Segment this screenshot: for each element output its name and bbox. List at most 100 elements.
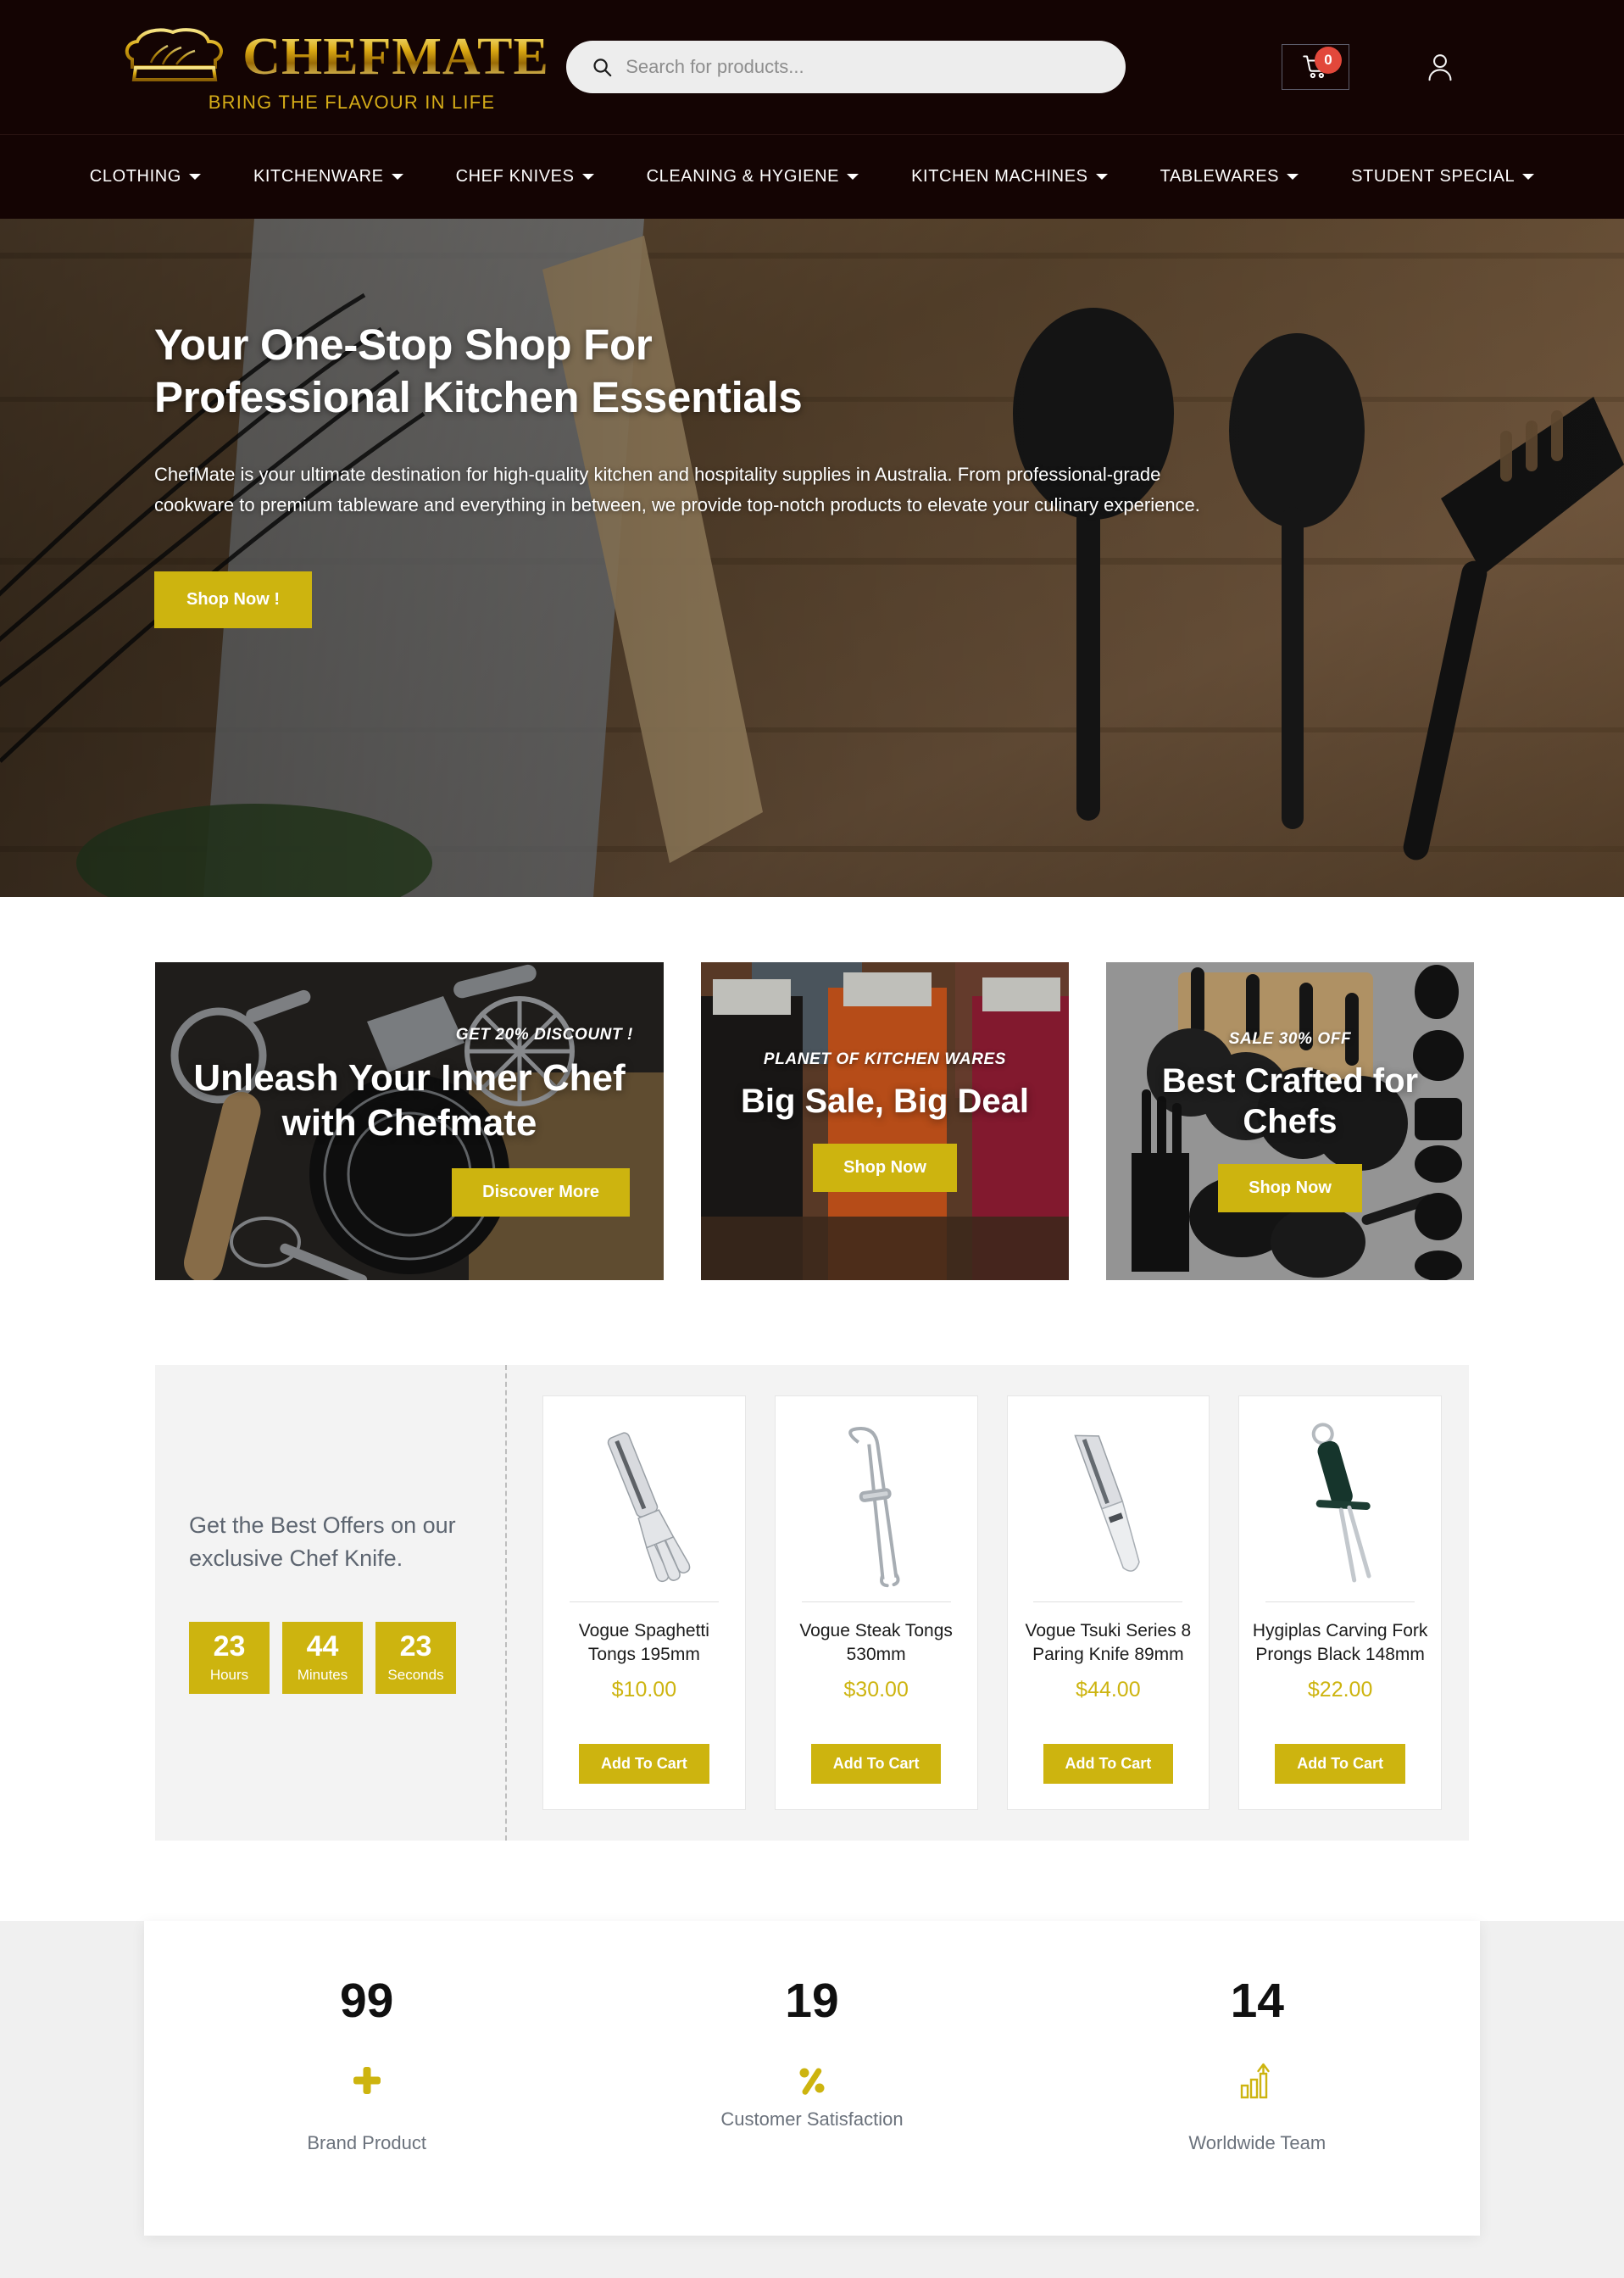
chevron-down-icon <box>1095 174 1108 180</box>
shop-now-button-big-sale[interactable]: Shop Now <box>813 1144 957 1192</box>
countdown-value: 44 <box>306 1630 339 1663</box>
stat-worldwide-team: 14 Worldwide Team <box>1035 1977 1480 2154</box>
stat-value: 99 <box>339 1974 394 2028</box>
search-bar[interactable] <box>566 41 1126 93</box>
hero-description: ChefMate is your ultimate destination fo… <box>154 464 1200 516</box>
growth-chart-icon <box>1239 2061 1275 2100</box>
product-price: $30.00 <box>843 1677 909 1702</box>
add-to-cart-button[interactable]: Add To Cart <box>1275 1744 1405 1784</box>
countdown-label: Seconds <box>387 1667 444 1684</box>
product-card[interactable]: Vogue Tsuki Series 8 Paring Knife 89mm $… <box>1006 1395 1210 1810</box>
hero-content: Your One-Stop Shop For Professional Kitc… <box>0 219 1229 628</box>
nav-item-clothing[interactable]: CLOTHING <box>64 167 227 187</box>
promo-cards-section: GET 20% DISCOUNT ! Unleash Your Inner Ch… <box>0 897 1624 1365</box>
countdown-value: 23 <box>399 1630 432 1663</box>
product-image-steak-tongs <box>787 1415 965 1591</box>
product-divider <box>569 1601 719 1602</box>
promo-card-discount[interactable]: GET 20% DISCOUNT ! Unleash Your Inner Ch… <box>155 962 664 1280</box>
promo-title: Big Sale, Big Deal <box>740 1083 1030 1120</box>
countdown-timer: 23 Hours 44 Minutes 23 Seconds <box>189 1622 456 1695</box>
product-card[interactable]: Vogue Steak Tongs 530mm $30.00 Add To Ca… <box>774 1395 978 1810</box>
product-name: Vogue Steak Tongs 530mm <box>799 1621 953 1665</box>
nav-label: CLOTHING <box>89 167 181 186</box>
product-card[interactable]: Hygiplas Carving Fork Prongs Black 148mm… <box>1238 1395 1442 1810</box>
product-card[interactable]: Vogue Spaghetti Tongs 195mm $10.00 Add T… <box>542 1395 746 1810</box>
stats-card: 99 Brand Product 19 Customer Satisfactio… <box>144 1921 1480 2236</box>
countdown-label: Hours <box>209 1667 249 1684</box>
logo-tagline: BRING THE FLAVOUR IN LIFE <box>208 92 496 113</box>
chevron-down-icon <box>581 174 594 180</box>
account-button[interactable] <box>1426 52 1454 82</box>
main-navigation: CLOTHING KITCHENWARE CHEF KNIVES CLEANIN… <box>0 134 1624 219</box>
deal-offer-block: Get the Best Offers on our exclusive Che… <box>155 1365 507 1841</box>
promo-eyebrow: SALE 30% OFF <box>1228 1030 1352 1048</box>
plus-icon <box>350 2061 384 2100</box>
add-to-cart-button[interactable]: Add To Cart <box>579 1744 709 1784</box>
deal-heading: Get the Best Offers on our exclusive Che… <box>189 1512 456 1572</box>
stat-value: 19 <box>785 1974 839 2028</box>
site-logo[interactable]: CHEFMATE BRING THE FLAVOUR IN LIFE <box>125 20 548 114</box>
nav-item-tablewares[interactable]: TABLEWARES <box>1134 167 1325 187</box>
nav-label: TABLEWARES <box>1160 167 1280 186</box>
deal-panel: Get the Best Offers on our exclusive Che… <box>155 1365 1469 1841</box>
user-account-icon <box>1428 54 1452 81</box>
hero-title: Your One-Stop Shop For Professional Kitc… <box>154 320 803 422</box>
product-divider <box>1033 1601 1183 1602</box>
nav-label: KITCHENWARE <box>253 167 384 186</box>
chevron-down-icon <box>1522 174 1535 180</box>
deal-section: Get the Best Offers on our exclusive Che… <box>0 1365 1624 1921</box>
product-name: Vogue Spaghetti Tongs 195mm <box>578 1621 709 1665</box>
countdown-label: Minutes <box>297 1667 348 1684</box>
product-price: $10.00 <box>611 1677 677 1702</box>
promo-button-row: Shop Now <box>723 1122 1047 1192</box>
product-divider <box>801 1601 951 1602</box>
search-input[interactable] <box>626 56 1100 78</box>
chevron-down-icon <box>391 174 403 180</box>
nav-label: CLEANING & HYGIENE <box>646 167 840 186</box>
product-image-spaghetti-tongs <box>555 1415 733 1591</box>
nav-item-chef-knives[interactable]: CHEF KNIVES <box>430 167 620 187</box>
cart-button[interactable]: 0 <box>1282 44 1349 90</box>
stats-section: 99 Brand Product 19 Customer Satisfactio… <box>0 1921 1624 2278</box>
countdown-hours: 23 Hours <box>189 1622 270 1695</box>
product-price: $44.00 <box>1076 1677 1141 1702</box>
logo-row: CHEFMATE <box>120 27 549 86</box>
stat-label: Customer Satisfaction <box>720 2108 904 2130</box>
product-image-paring-knife <box>1020 1415 1198 1591</box>
nav-label: STUDENT SPECIAL <box>1351 167 1516 186</box>
nav-item-kitchenware[interactable]: KITCHENWARE <box>227 167 430 187</box>
nav-item-cleaning-hygiene[interactable]: CLEANING & HYGIENE <box>620 167 886 187</box>
product-price: $22.00 <box>1307 1677 1373 1702</box>
product-name: Hygiplas Carving Fork Prongs Black 148mm <box>1252 1621 1428 1665</box>
chevron-down-icon <box>847 174 859 180</box>
nav-label: KITCHEN MACHINES <box>911 167 1088 186</box>
plus-icon-glyph <box>353 2067 381 2094</box>
header-actions: 0 <box>1282 44 1488 90</box>
promo-title: Unleash Your Inner Chef with Chefmate <box>193 1057 626 1144</box>
nav-item-student-special[interactable]: STUDENT SPECIAL <box>1325 167 1560 187</box>
nav-item-kitchen-machines[interactable]: KITCHEN MACHINES <box>885 167 1134 187</box>
promo-card-best-crafted[interactable]: SALE 30% OFF Best Crafted for Chefs Shop… <box>1106 962 1474 1280</box>
promo-card-big-sale[interactable]: PLANET OF KITCHEN WARES Big Sale, Big De… <box>701 962 1069 1280</box>
add-to-cart-button[interactable]: Add To Cart <box>1043 1744 1174 1784</box>
stat-value: 14 <box>1230 1974 1285 2028</box>
percent-icon <box>796 2061 828 2100</box>
cart-count-badge: 0 <box>1315 47 1342 74</box>
stat-brand-product: 99 Brand Product <box>144 1977 589 2154</box>
promo-eyebrow: GET 20% DISCOUNT ! <box>455 1026 633 1044</box>
hero-shop-now-button[interactable]: Shop Now ! <box>154 571 312 628</box>
shop-now-button-best-crafted[interactable]: Shop Now <box>1218 1164 1362 1212</box>
growth-chart-icon-glyph <box>1241 2063 1271 2099</box>
promo-big-sale-content: PLANET OF KITCHEN WARES Big Sale, Big De… <box>701 1050 1069 1192</box>
search-icon <box>593 58 612 77</box>
stat-customer-satisfaction: 19 Customer Satisfaction <box>589 1977 1034 2154</box>
promo-title: Best Crafted for Chefs <box>1161 1062 1419 1140</box>
product-name: Vogue Tsuki Series 8 Paring Knife 89mm <box>1025 1621 1192 1665</box>
countdown-minutes: 44 Minutes <box>282 1622 363 1695</box>
add-to-cart-button[interactable]: Add To Cart <box>810 1744 942 1784</box>
discover-more-button[interactable]: Discover More <box>452 1167 630 1217</box>
hero-banner: Your One-Stop Shop For Professional Kitc… <box>0 219 1624 897</box>
site-header: CHEFMATE BRING THE FLAVOUR IN LIFE 0 <box>0 0 1624 219</box>
product-divider <box>1265 1601 1415 1602</box>
percent-icon-glyph <box>799 2068 825 2095</box>
